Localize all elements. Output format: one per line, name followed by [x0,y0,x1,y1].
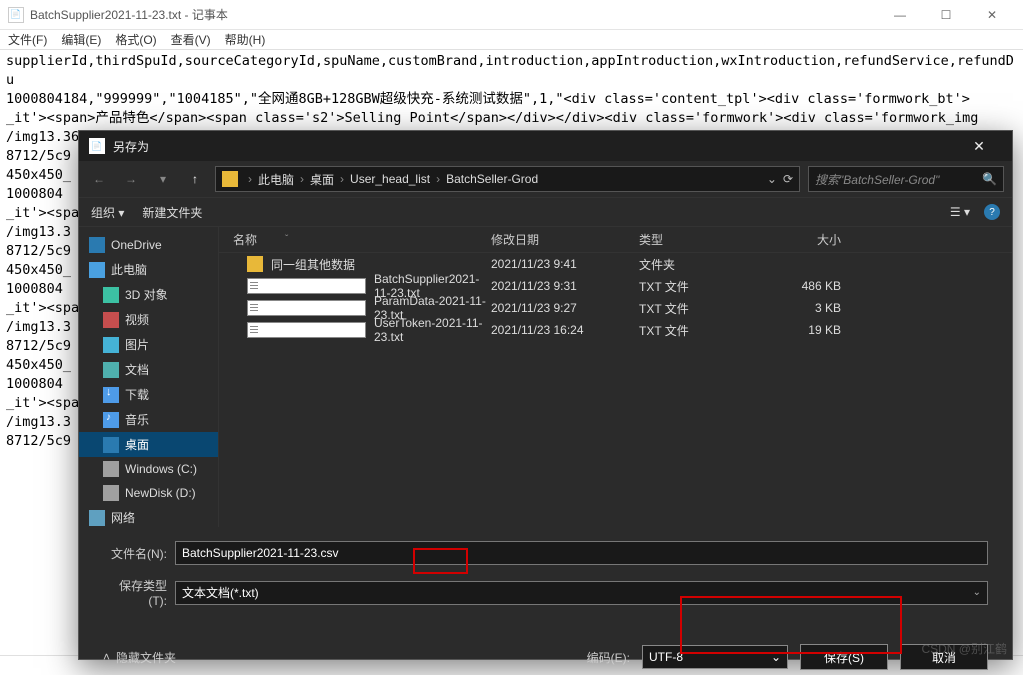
watermark: CSDN @别江鹤 [921,640,1007,657]
col-date[interactable]: 修改日期 [491,231,639,248]
dialog-icon: 📄 [89,138,105,154]
dialog-footer: ˄ 隐藏文件夹 编码(E): UTF-8 ⌄ 保存(S) 取消 [79,636,1012,670]
notepad-icon: 📄 [8,7,24,23]
view-options-button[interactable]: ☰ ▾ [950,205,970,219]
tree-item-video[interactable]: 视频 [79,307,218,332]
encoding-value: UTF-8 [649,650,683,664]
col-type[interactable]: 类型 [639,231,763,248]
filetype-select[interactable]: 文本文档(*.txt) ⌄ [175,581,988,605]
notepad-menubar: 文件(F) 编辑(E) 格式(O) 查看(V) 帮助(H) [0,30,1023,50]
search-icon[interactable]: 🔍 [982,172,997,186]
dialog-toolbar: 组织 ▾ 新建文件夹 ☰ ▾ ? [79,197,1012,227]
folder-icon [247,256,263,272]
file-row[interactable]: UserToken-2021-11-23.txt2021/11/23 16:24… [219,319,1012,341]
up-button[interactable]: ↑ [183,167,207,191]
video-icon [103,312,119,328]
crumb-current[interactable]: BatchSeller-Grod [446,172,538,186]
chevron-up-icon: ˄ [103,650,110,664]
save-as-dialog: 📄 另存为 ✕ ← → ▾ ↑ › 此电脑 › 桌面 › User_head_l… [78,130,1013,660]
save-button[interactable]: 保存(S) [800,644,888,670]
doc-icon [103,362,119,378]
menu-edit[interactable]: 编辑(E) [61,31,101,48]
crumb-userhead[interactable]: User_head_list [350,172,430,186]
close-button[interactable]: ✕ [969,0,1015,30]
txt-icon [247,278,366,294]
encoding-select[interactable]: UTF-8 ⌄ [642,645,788,669]
pc-icon [89,262,105,278]
dialog-close-button[interactable]: ✕ [956,138,1002,155]
refresh-icon[interactable]: ⟳ [783,172,793,186]
notepad-title-text: BatchSupplier2021-11-23.txt - 记事本 [30,6,228,23]
dl-icon [103,387,119,403]
tree-item-obj3d[interactable]: 3D 对象 [79,282,218,307]
hide-folders-toggle[interactable]: ˄ 隐藏文件夹 [103,649,176,666]
col-size[interactable]: 大小 [763,231,853,248]
dialog-titlebar[interactable]: 📄 另存为 ✕ [79,131,1012,161]
notepad-titlebar[interactable]: 📄 BatchSupplier2021-11-23.txt - 记事本 — ☐ … [0,0,1023,30]
tree-item-pic[interactable]: 图片 [79,332,218,357]
menu-help[interactable]: 帮助(H) [225,31,266,48]
pic-icon [103,337,119,353]
sort-arrow-icon: ˇ [285,234,288,245]
folder-icon [222,171,238,187]
tree-item-music[interactable]: 音乐 [79,407,218,432]
desktop-icon [103,437,119,453]
tree-item-drive[interactable]: Windows (C:) [79,457,218,481]
tree-item-desktop[interactable]: 桌面 [79,432,218,457]
txt-icon [247,300,366,316]
file-list: 名称ˇ 修改日期 类型 大小 同一组其他数据2021/11/23 9:41文件夹… [219,227,1012,527]
chevron-down-icon: ⌄ [973,587,981,598]
tree-item-dl[interactable]: 下载 [79,382,218,407]
crumb-desktop[interactable]: 桌面 [310,171,334,188]
drive-icon [103,485,119,501]
file-row[interactable]: BatchSupplier2021-11-23.txt2021/11/23 9:… [219,275,1012,297]
minimize-button[interactable]: — [877,0,923,30]
music-icon [103,412,119,428]
dialog-navbar: ← → ▾ ↑ › 此电脑 › 桌面 › User_head_list › Ba… [79,161,1012,197]
tree-item-pc[interactable]: 此电脑 [79,257,218,282]
newfolder-button[interactable]: 新建文件夹 [142,204,202,221]
search-placeholder: 搜索"BatchSeller-Grod" [815,171,939,188]
filename-input[interactable] [175,541,988,565]
drive-icon [103,461,119,477]
filetype-label: 保存类型(T): [103,577,167,608]
menu-format[interactable]: 格式(O) [115,31,156,48]
file-row[interactable]: ParamData-2021-11-23.txt2021/11/23 9:27T… [219,297,1012,319]
encoding-label: 编码(E): [587,649,630,666]
obj3d-icon [103,287,119,303]
tree-item-drive[interactable]: NewDisk (D:) [79,481,218,505]
filename-label: 文件名(N): [103,545,167,562]
crumb-thispc[interactable]: 此电脑 [258,171,294,188]
tree-item-onedrive[interactable]: OneDrive [79,233,218,257]
forward-button[interactable]: → [119,167,143,191]
file-columns[interactable]: 名称 ˇ 修改日期 类型 大小 [219,227,1012,253]
tree-item-net[interactable]: 网络 [79,505,218,527]
maximize-button[interactable]: ☐ [923,0,969,30]
filetype-value: 文本文档(*.txt) [182,584,259,601]
recent-button[interactable]: ▾ [151,167,175,191]
back-button[interactable]: ← [87,167,111,191]
search-input[interactable]: 搜索"BatchSeller-Grod" 🔍 [808,166,1004,192]
menu-view[interactable]: 查看(V) [171,31,211,48]
chevron-down-icon: ⌄ [771,650,781,664]
folder-tree[interactable]: OneDrive此电脑3D 对象视频图片文档下载音乐桌面Windows (C:)… [79,227,219,527]
menu-file[interactable]: 文件(F) [8,31,47,48]
help-icon[interactable]: ? [984,204,1000,220]
dialog-title-text: 另存为 [113,138,149,155]
tree-item-doc[interactable]: 文档 [79,357,218,382]
dropdown-icon[interactable]: ⌄ [767,172,777,186]
col-name[interactable]: 名称 [233,231,257,248]
dialog-body: OneDrive此电脑3D 对象视频图片文档下载音乐桌面Windows (C:)… [79,227,1012,527]
organize-button[interactable]: 组织 ▾ [91,204,124,221]
txt-icon [247,322,366,338]
onedrive-icon [89,237,105,253]
address-bar[interactable]: › 此电脑 › 桌面 › User_head_list › BatchSelle… [215,166,800,192]
dialog-bottom: 文件名(N): 保存类型(T): 文本文档(*.txt) ⌄ [79,527,1012,630]
net-icon [89,510,105,526]
